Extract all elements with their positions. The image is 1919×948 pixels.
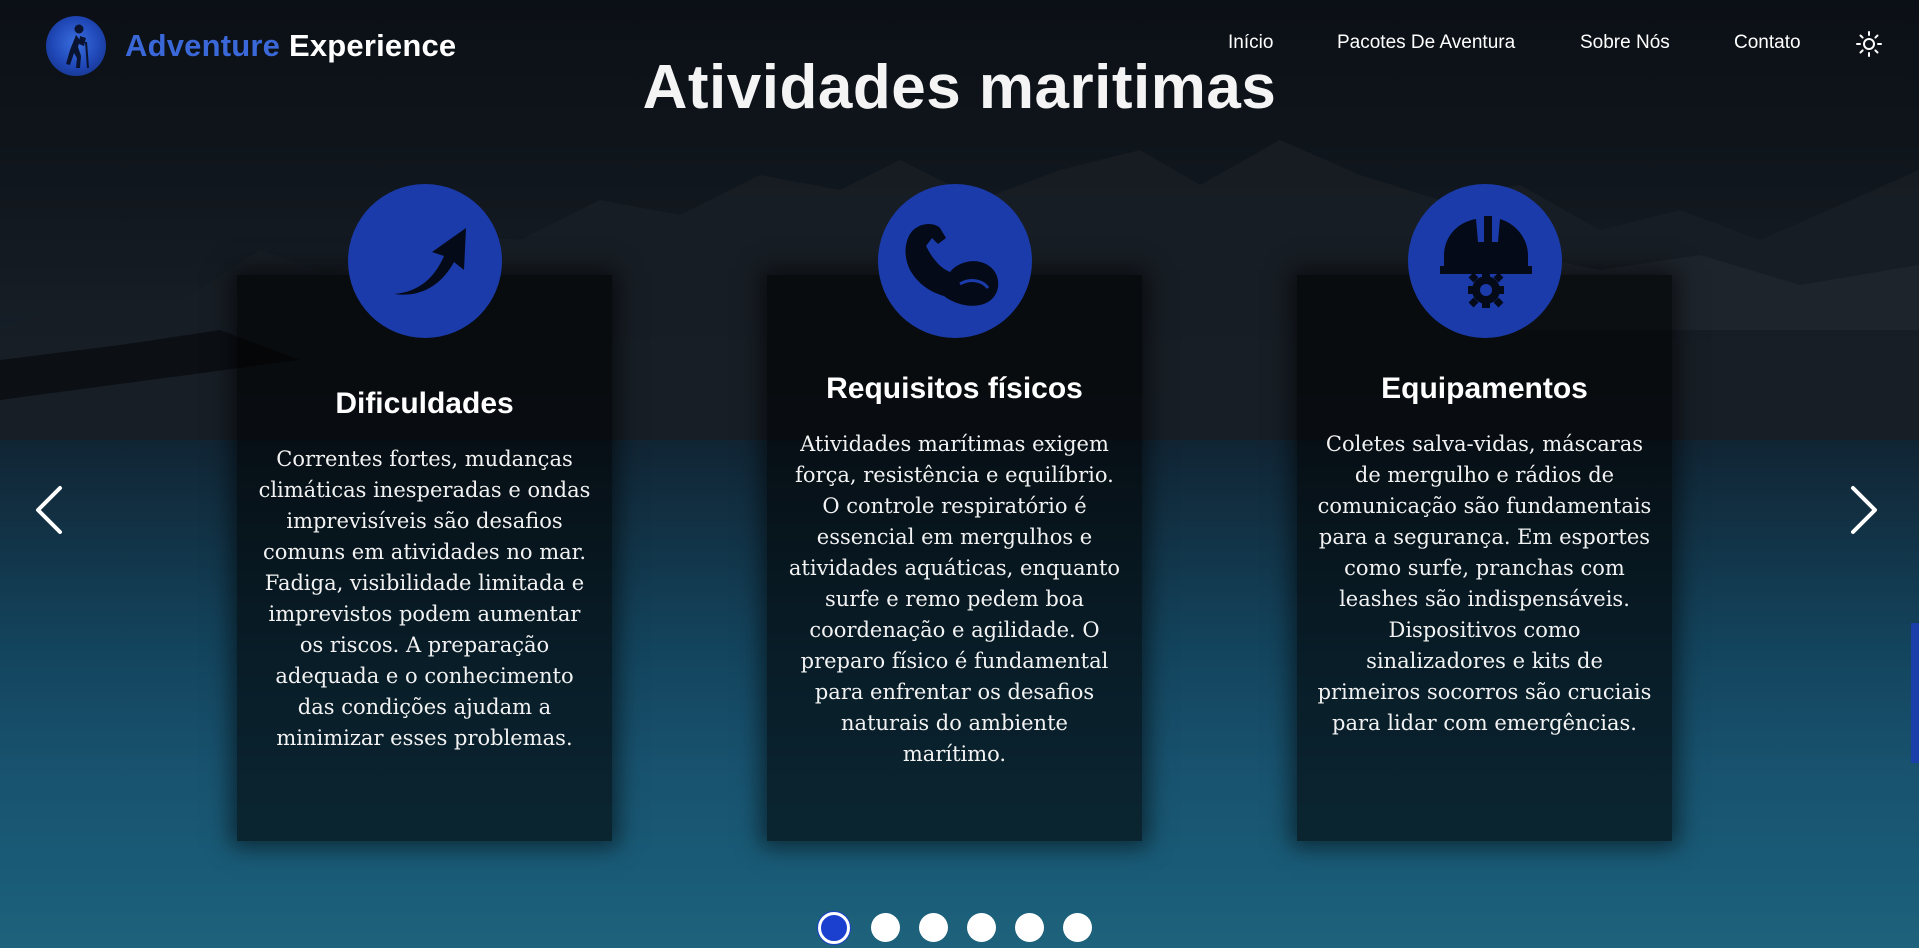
card-description: Atividades marítimas exigem força, resis…	[788, 432, 1121, 766]
nav-link-inicio[interactable]: Início	[1228, 32, 1273, 54]
carousel-dot-3[interactable]	[919, 913, 948, 942]
nav-link-pacotes[interactable]: Pacotes De Aventura	[1337, 32, 1515, 54]
nav-link-contato[interactable]: Contato	[1734, 32, 1801, 54]
safety-helmet-gear-icon	[1408, 184, 1562, 338]
carousel-dot-6[interactable]	[1063, 913, 1092, 942]
chevron-right-icon[interactable]	[1843, 480, 1883, 540]
card-title: Requisitos físicos	[826, 372, 1083, 405]
scrollbar-thumb[interactable]	[1911, 623, 1919, 763]
flexed-bicep-icon	[878, 184, 1032, 338]
page-title: Atividades maritimas	[642, 53, 1277, 122]
card-title: Equipamentos	[1381, 372, 1588, 405]
chevron-left-icon[interactable]	[30, 480, 70, 540]
carousel-dot-2[interactable]	[871, 913, 900, 942]
carousel-pagination	[0, 912, 1919, 948]
trending-up-arrow-icon	[348, 184, 502, 338]
card-description: Correntes fortes, mudanças climáticas in…	[258, 447, 591, 750]
carousel-dot-4[interactable]	[967, 913, 996, 942]
carousel-dot-1[interactable]	[818, 912, 850, 944]
card-description: Coletes salva-vidas, máscaras de mergulh…	[1317, 432, 1652, 735]
nav-link-sobre[interactable]: Sobre Nós	[1580, 32, 1670, 54]
carousel-dot-5[interactable]	[1015, 913, 1044, 942]
card-title: Dificuldades	[335, 387, 514, 420]
